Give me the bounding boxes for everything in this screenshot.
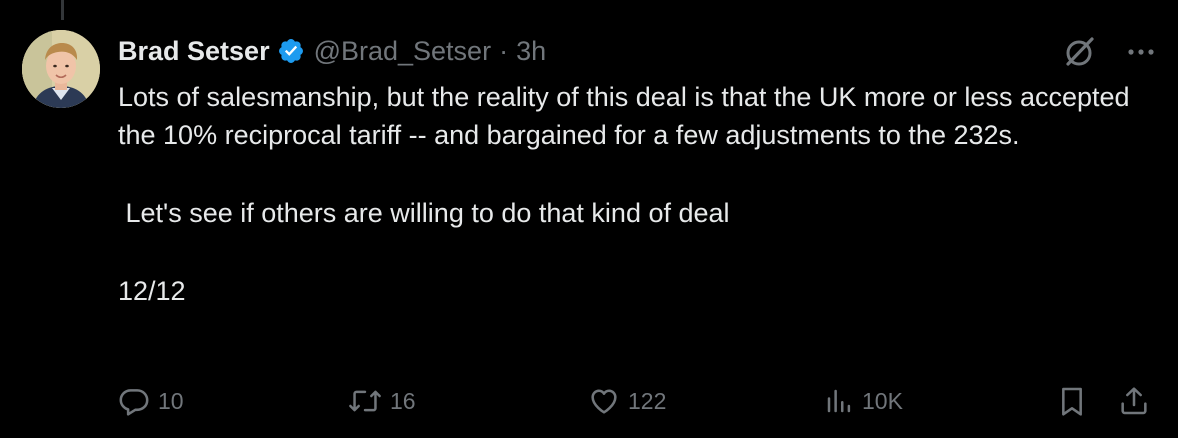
tweet-paragraph: 12/12 <box>118 276 186 306</box>
repost-count: 16 <box>390 387 416 414</box>
avatar[interactable] <box>22 30 100 108</box>
bookmark-icon <box>1056 384 1088 418</box>
share-button[interactable] <box>1118 381 1150 421</box>
reply-button[interactable]: 10 <box>118 381 184 421</box>
reply-icon <box>118 385 150 417</box>
tweet-paragraph: Let's see if others are willing to do th… <box>118 198 730 228</box>
tweet-paragraph: Lots of salesmanship, but the reality of… <box>118 82 1138 150</box>
repost-button[interactable]: 16 <box>348 381 416 421</box>
author-name[interactable]: Brad Setser <box>118 36 270 67</box>
repost-icon <box>348 385 382 417</box>
tweet-header: Brad Setser @Brad_Setser · 3h <box>118 33 546 69</box>
tweet-text: Lots of salesmanship, but the reality of… <box>118 78 1158 310</box>
views-icon <box>824 385 854 417</box>
header-separator: · <box>499 35 509 66</box>
bookmark-button[interactable] <box>1056 381 1088 421</box>
reply-count: 10 <box>158 387 184 414</box>
tweet-action-bar: 10 16 122 10K <box>118 381 1158 421</box>
more-icon[interactable] <box>1126 37 1156 67</box>
views-count: 10K <box>862 387 903 414</box>
author-handle[interactable]: @Brad_Setser <box>314 36 492 67</box>
heart-icon <box>588 385 620 417</box>
grok-icon[interactable] <box>1062 34 1098 70</box>
tweet-timestamp[interactable]: 3h <box>516 36 546 67</box>
share-icon <box>1118 384 1150 418</box>
like-button[interactable]: 122 <box>588 381 666 421</box>
thread-connector-line <box>61 0 64 20</box>
like-count: 122 <box>628 387 667 414</box>
tweet-top-actions <box>1062 34 1156 70</box>
verified-badge-icon[interactable] <box>277 37 305 65</box>
views-button[interactable]: 10K <box>824 381 903 421</box>
avatar-image <box>22 30 100 108</box>
